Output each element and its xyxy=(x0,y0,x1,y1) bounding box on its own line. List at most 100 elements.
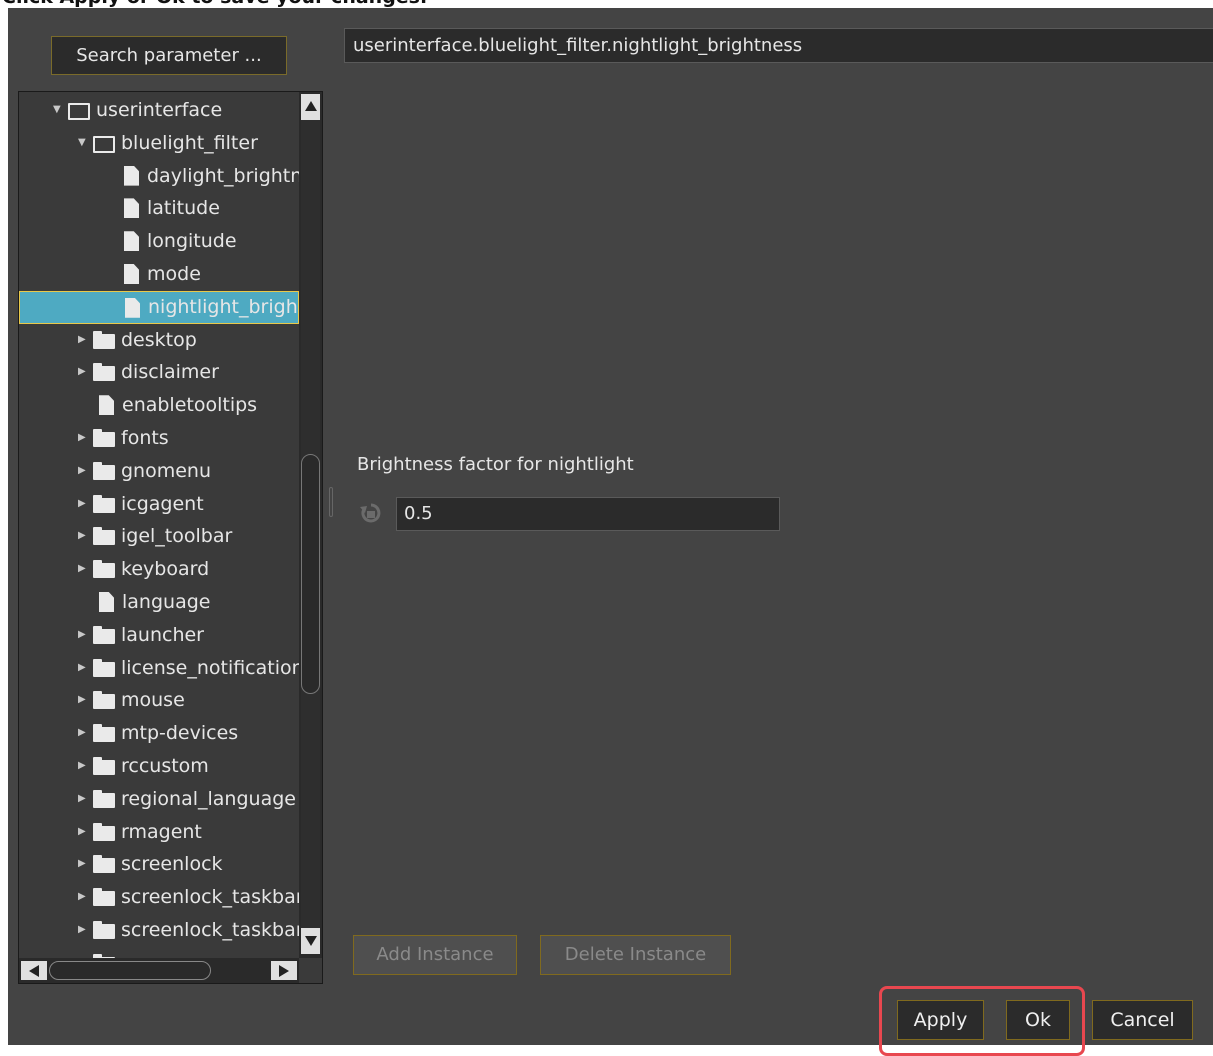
expand-arrow-icon[interactable]: ▶ xyxy=(78,761,88,771)
collapse-arrow-icon[interactable]: ▼ xyxy=(78,138,88,148)
expand-arrow-icon[interactable]: ▶ xyxy=(78,564,88,574)
folder-icon xyxy=(93,465,115,480)
reset-to-default-icon[interactable] xyxy=(359,502,383,524)
tree-row-label: nightlight_brightness xyxy=(148,292,299,323)
folder-icon xyxy=(93,924,115,939)
folder-icon xyxy=(93,498,115,513)
delete-instance-button[interactable]: Delete Instance xyxy=(540,935,731,975)
parameter-tree[interactable]: ▼userinterface▼bluelight_filterdaylight_… xyxy=(18,91,323,984)
expand-arrow-icon[interactable]: ▶ xyxy=(78,728,88,738)
folder-icon xyxy=(93,563,115,578)
folder-icon xyxy=(93,826,115,841)
tree-row[interactable]: enabletooltips xyxy=(19,389,299,422)
expand-arrow-icon[interactable]: ▶ xyxy=(78,531,88,541)
tree-row-label: igel_toolbar xyxy=(121,520,232,553)
window-edge xyxy=(0,8,8,1045)
file-icon xyxy=(124,231,139,251)
tree-row[interactable]: nightlight_brightness xyxy=(19,291,299,324)
file-icon xyxy=(125,298,140,318)
folder-open-icon xyxy=(68,103,90,120)
expand-arrow-icon[interactable]: ▶ xyxy=(78,466,88,476)
tree-row[interactable]: language xyxy=(19,586,299,619)
pane-splitter-handle[interactable] xyxy=(329,487,333,517)
expand-arrow-icon[interactable]: ▶ xyxy=(78,663,88,673)
expand-arrow-icon[interactable]: ▶ xyxy=(78,433,88,443)
cancel-button[interactable]: Cancel xyxy=(1092,1000,1193,1040)
tree-row[interactable]: latitude xyxy=(19,192,299,225)
tree-row-label: disclaimer xyxy=(121,356,219,389)
parameter-value-input[interactable]: 0.5 xyxy=(396,497,780,531)
folder-open-icon xyxy=(93,136,115,153)
tree-row[interactable]: mode xyxy=(19,258,299,291)
folder-icon xyxy=(93,858,115,873)
horizontal-scroll-thumb[interactable] xyxy=(49,961,211,980)
expand-arrow-icon[interactable]: ▶ xyxy=(78,630,88,640)
tree-row[interactable]: ▶ screenlock xyxy=(19,848,299,881)
tree-row-label: rccustom xyxy=(121,750,209,783)
tree-row-label: license_notification xyxy=(121,652,299,685)
folder-icon xyxy=(93,366,115,381)
scroll-up-arrow-icon[interactable] xyxy=(301,94,320,120)
tree-row[interactable]: ▶ rmagent xyxy=(19,816,299,849)
tree-row-label: enabletooltips xyxy=(122,389,257,422)
file-icon xyxy=(124,166,139,186)
expand-arrow-icon[interactable]: ▶ xyxy=(78,892,88,902)
tree-row-label: screenlock xyxy=(121,848,223,881)
tree-row-label: rmagent xyxy=(121,816,202,849)
add-instance-button[interactable]: Add Instance xyxy=(353,935,517,975)
tree-row-label: icgagent xyxy=(121,488,204,521)
scroll-track[interactable] xyxy=(301,120,320,928)
tree-vertical-scrollbar[interactable] xyxy=(299,92,322,958)
tree-row[interactable]: ▶ license_notification xyxy=(19,652,299,685)
tree-row[interactable]: ▶launcher xyxy=(19,619,299,652)
highlight-annotation xyxy=(879,986,1085,1056)
folder-icon xyxy=(93,629,115,644)
tree-row-label: longitude xyxy=(147,225,237,258)
instruction-banner: Click Apply or Ok to save your changes. xyxy=(0,0,1213,8)
expand-arrow-icon[interactable]: ▶ xyxy=(78,827,88,837)
tree-row-label: mode xyxy=(147,258,201,291)
scroll-left-arrow-icon[interactable] xyxy=(21,961,47,980)
tree-row[interactable]: ▼userinterface xyxy=(19,94,299,127)
expand-arrow-icon[interactable]: ▶ xyxy=(78,695,88,705)
tree-row[interactable]: ▶regional_language xyxy=(19,783,299,816)
tree-row[interactable]: ▶ icgagent xyxy=(19,488,299,521)
tree-horizontal-scrollbar[interactable] xyxy=(19,958,299,983)
scroll-thumb[interactable] xyxy=(301,454,320,694)
tree-row[interactable]: ▶ xyxy=(19,947,299,958)
tree-row[interactable]: ▶ rccustom xyxy=(19,750,299,783)
scroll-down-arrow-icon[interactable] xyxy=(301,928,320,954)
tree-row[interactable]: ▶gnomenu xyxy=(19,455,299,488)
tree-row[interactable]: ▶ igel_toolbar xyxy=(19,520,299,553)
tree-row[interactable]: ▶ mtp-devices xyxy=(19,717,299,750)
file-icon xyxy=(99,592,114,612)
tree-row[interactable]: ▼ bluelight_filter xyxy=(19,127,299,160)
tree-row[interactable]: ▶ fonts xyxy=(19,422,299,455)
expand-arrow-icon[interactable]: ▶ xyxy=(78,499,88,509)
expand-arrow-icon[interactable]: ▶ xyxy=(78,925,88,935)
tree-row[interactable]: longitude xyxy=(19,225,299,258)
expand-arrow-icon[interactable]: ▶ xyxy=(78,335,88,345)
expand-arrow-icon[interactable]: ▶ xyxy=(78,367,88,377)
tree-row-label: fonts xyxy=(121,422,169,455)
tree-row[interactable]: ▶desktop xyxy=(19,324,299,357)
expand-arrow-icon[interactable]: ▶ xyxy=(78,859,88,869)
tree-row-label: mtp-devices xyxy=(121,717,238,750)
parameter-path-field[interactable]: userinterface.bluelight_filter.nightligh… xyxy=(344,28,1213,63)
folder-icon xyxy=(93,694,115,709)
folder-icon xyxy=(93,334,115,349)
tree-row[interactable]: ▶screenlock_taskbar xyxy=(19,881,299,914)
tree-row[interactable]: ▶keyboard xyxy=(19,553,299,586)
tree-row[interactable]: ▶ screenlock_taskbar xyxy=(19,914,299,947)
file-icon xyxy=(99,395,114,415)
instruction-banner-text: Click Apply or Ok to save your changes. xyxy=(2,0,427,8)
tree-row[interactable]: ▶mouse xyxy=(19,684,299,717)
tree-row-label: bluelight_filter xyxy=(121,127,258,160)
tree-row-label: screenlock_taskbar xyxy=(121,914,299,947)
scroll-right-arrow-icon[interactable] xyxy=(271,961,297,980)
collapse-arrow-icon[interactable]: ▼ xyxy=(53,105,63,115)
search-parameter-button[interactable]: Search parameter ... xyxy=(51,36,287,75)
tree-row[interactable]: daylight_brightness xyxy=(19,160,299,193)
tree-row[interactable]: ▶ disclaimer xyxy=(19,356,299,389)
expand-arrow-icon[interactable]: ▶ xyxy=(78,794,88,804)
